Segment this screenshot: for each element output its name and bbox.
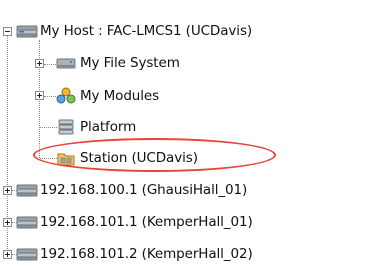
tree-item-label: My Modules	[80, 88, 160, 104]
drive-icon	[56, 54, 76, 72]
tree-item-label: 192.168.100.1 (GhausiHall_01)	[40, 182, 248, 198]
navigation-tree[interactable]: My Host : FAC-LMCS1 (UCDavis) My File Sy…	[0, 0, 376, 262]
tree-item-platform[interactable]: Platform	[56, 115, 136, 139]
host-computer-icon	[16, 245, 38, 263]
host-computer-icon	[16, 213, 38, 231]
tree-item-my-modules[interactable]: My Modules	[56, 84, 159, 108]
expand-toggle[interactable]	[35, 91, 44, 100]
tree-item-label: 192.168.101.2 (KemperHall_02)	[40, 246, 253, 262]
tree-line	[44, 64, 56, 65]
host-computer-icon	[16, 22, 38, 40]
expand-toggle[interactable]	[3, 186, 12, 195]
expand-toggle[interactable]	[3, 218, 12, 227]
tree-item-host[interactable]: 192.168.101.1 (KemperHall_01)	[16, 210, 253, 234]
tree-item-host[interactable]: 192.168.101.2 (KemperHall_02)	[16, 242, 253, 266]
platform-server-icon	[56, 118, 76, 136]
tree-line	[40, 127, 57, 128]
tree-item-label: 192.168.101.1 (KemperHall_01)	[40, 214, 253, 230]
modules-icon	[56, 87, 76, 105]
expand-toggle[interactable]	[35, 59, 44, 68]
tree-line	[44, 96, 56, 97]
host-computer-icon	[16, 181, 38, 199]
tree-item-label: Platform	[80, 119, 137, 135]
collapse-toggle[interactable]	[3, 27, 12, 36]
highlight-ellipse	[33, 138, 276, 172]
tree-item-my-file-system[interactable]: My File System	[56, 51, 180, 75]
tree-item-label: My File System	[80, 55, 180, 71]
tree-item-label: My Host : FAC-LMCS1 (UCDavis)	[40, 23, 253, 39]
expand-toggle[interactable]	[3, 250, 12, 259]
tree-item-host[interactable]: 192.168.100.1 (GhausiHall_01)	[16, 178, 247, 202]
tree-item-my-host[interactable]: My Host : FAC-LMCS1 (UCDavis)	[16, 19, 252, 43]
